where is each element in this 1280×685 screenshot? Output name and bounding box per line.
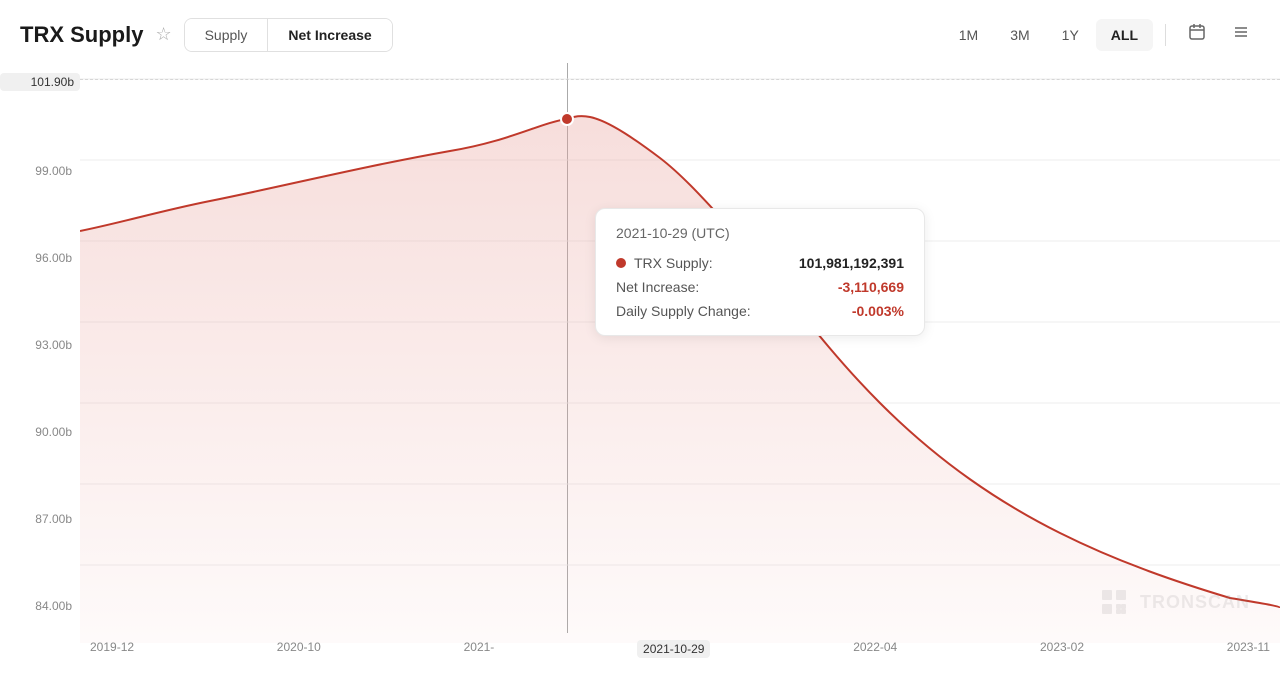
period-3m[interactable]: 3M: [995, 19, 1044, 51]
chart-area: 101.90b 99.00b 96.00b 93.00b 90.00b 87.0…: [0, 63, 1280, 668]
tab-supply[interactable]: Supply: [185, 19, 269, 51]
tab-net-increase[interactable]: Net Increase: [268, 19, 391, 51]
tooltip-value-supply: 101,981,192,391: [799, 255, 904, 271]
period-1m[interactable]: 1M: [944, 19, 993, 51]
menu-icon[interactable]: [1222, 16, 1260, 53]
tooltip-row-1: Net Increase: -3,110,669: [616, 279, 904, 295]
x-label-1: 2020-10: [277, 640, 321, 658]
tronscan-watermark: TRONSCAN: [1098, 586, 1250, 618]
y-label-2: 96.00b: [0, 251, 80, 265]
y-label-0: 101.90b: [0, 73, 80, 91]
y-axis: 101.90b 99.00b 96.00b 93.00b 90.00b 87.0…: [0, 63, 80, 643]
header-right: 1M 3M 1Y ALL: [944, 16, 1260, 53]
header-left: TRX Supply ☆ Supply Net Increase: [20, 18, 393, 52]
y-label-4: 90.00b: [0, 425, 80, 439]
y-label-3: 93.00b: [0, 338, 80, 352]
x-label-5: 2023-02: [1040, 640, 1084, 658]
x-label-6: 2023-11: [1227, 640, 1270, 658]
tooltip-row-2: Daily Supply Change: -0.003%: [616, 303, 904, 319]
period-1y[interactable]: 1Y: [1047, 19, 1094, 51]
header-divider: [1165, 24, 1166, 46]
watermark-text: TRONSCAN: [1140, 592, 1250, 613]
supply-dot: [616, 258, 626, 268]
tooltip-value-net: -3,110,669: [838, 279, 904, 295]
tooltip-label-net: Net Increase:: [616, 279, 699, 295]
page-title: TRX Supply: [20, 22, 143, 48]
calendar-icon[interactable]: [1178, 16, 1216, 53]
chart-tooltip: 2021-10-29 (UTC) TRX Supply: 101,981,192…: [595, 208, 925, 336]
x-label-0: 2019-12: [90, 640, 134, 658]
period-all[interactable]: ALL: [1096, 19, 1153, 51]
y-label-1: 99.00b: [0, 164, 80, 178]
tooltip-date: 2021-10-29 (UTC): [616, 225, 904, 241]
tooltip-label-supply: TRX Supply:: [616, 255, 713, 271]
period-group: 1M 3M 1Y ALL: [944, 19, 1153, 51]
y-label-5: 87.00b: [0, 512, 80, 526]
tooltip-value-daily: -0.003%: [852, 303, 904, 319]
favorite-icon[interactable]: ☆: [155, 24, 171, 45]
y-label-6: 84.00b: [0, 599, 80, 613]
x-label-3: 2021-10-29: [637, 640, 710, 658]
tooltip-label-daily: Daily Supply Change:: [616, 303, 751, 319]
tab-group: Supply Net Increase: [184, 18, 393, 52]
chart-svg: [80, 63, 1280, 643]
x-label-4: 2022-04: [853, 640, 897, 658]
x-label-2: 2021-: [464, 640, 495, 658]
x-axis: 2019-12 2020-10 2021- 2021-10-29 2022-04…: [80, 640, 1280, 658]
page-header: TRX Supply ☆ Supply Net Increase 1M 3M 1…: [0, 0, 1280, 63]
tooltip-row-0: TRX Supply: 101,981,192,391: [616, 255, 904, 271]
